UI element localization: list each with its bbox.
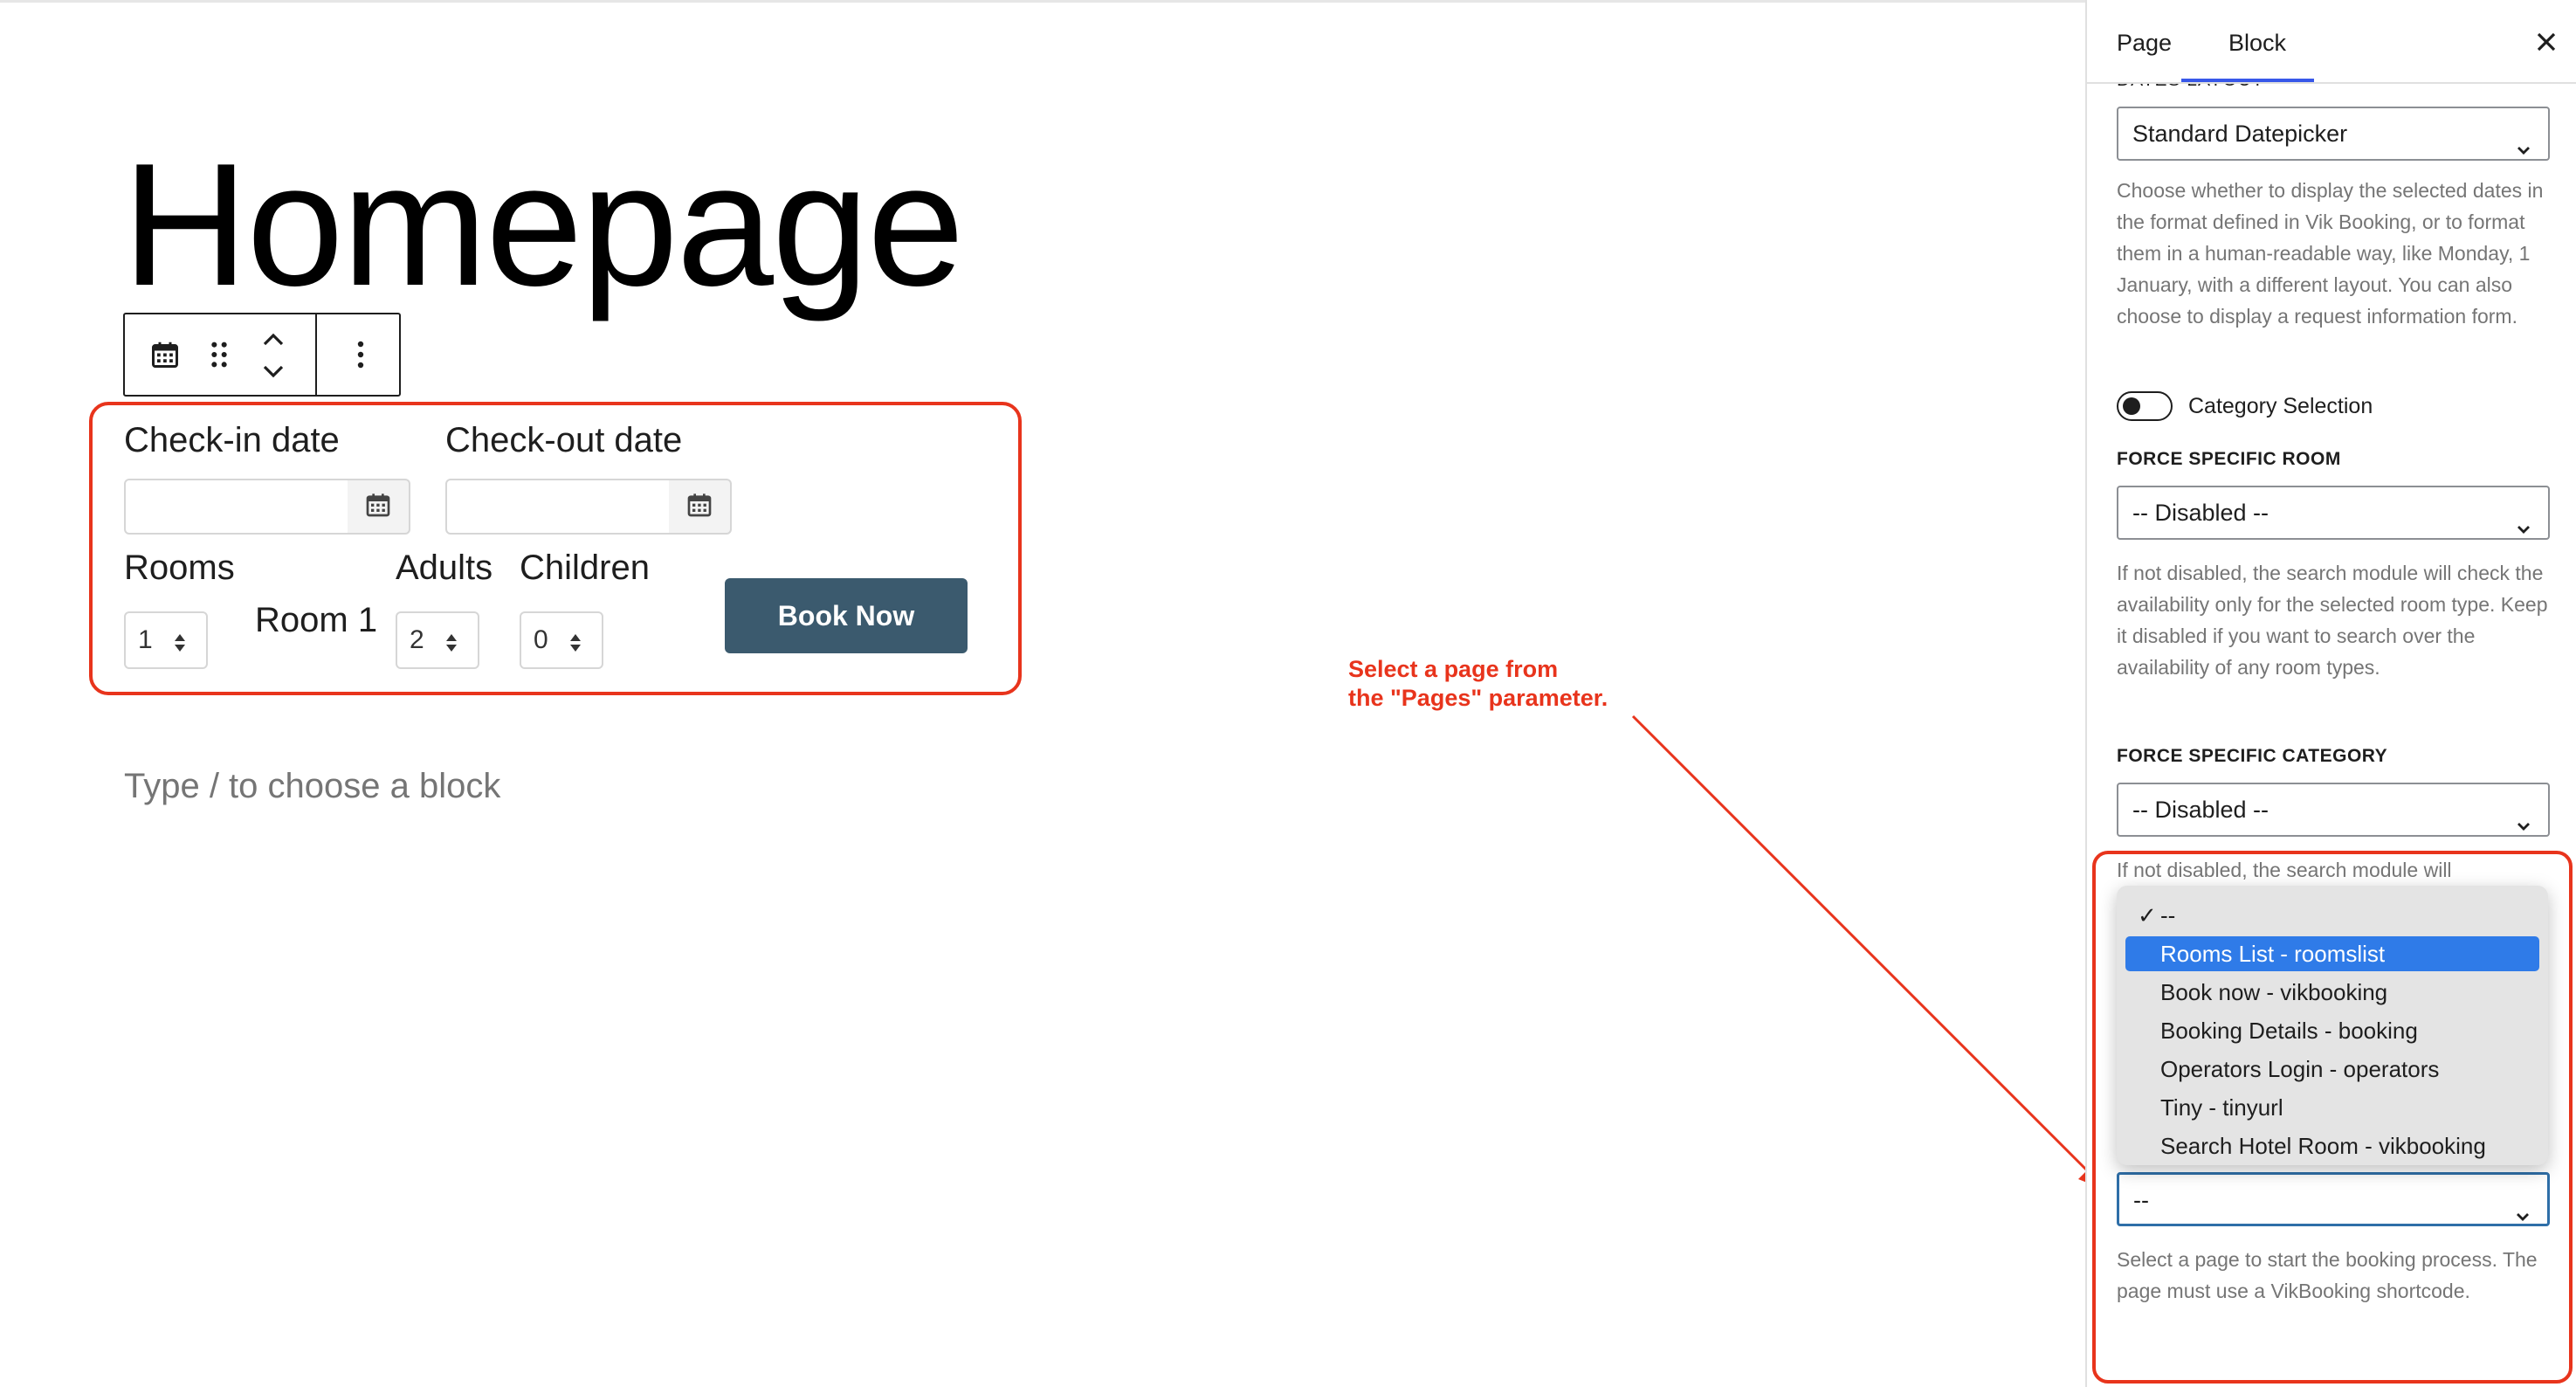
toggle-knob [2123, 397, 2140, 415]
annotation-callout: Select a page from the "Pages" parameter… [1348, 655, 1608, 713]
checkin-input[interactable] [124, 479, 349, 535]
tab-block[interactable]: Block [2228, 28, 2286, 58]
checkout-input[interactable] [445, 479, 671, 535]
adults-select[interactable]: 2 [396, 611, 479, 669]
option-label: Search Hotel Room - vikbooking [2160, 1133, 2486, 1159]
option-label: Book now - vikbooking [2160, 979, 2388, 1005]
calendar-icon [685, 491, 713, 523]
tab-page[interactable]: Page [2117, 28, 2172, 58]
option-label: Operators Login - operators [2160, 1056, 2440, 1082]
option-label: -- [2160, 902, 2176, 928]
checkin-calendar-button[interactable] [348, 479, 410, 535]
force-category-value: -- Disabled -- [2132, 797, 2269, 823]
option-label: Tiny - tinyurl [2160, 1094, 2283, 1121]
option-label: Booking Details - booking [2160, 1018, 2418, 1044]
more-options-icon[interactable] [343, 337, 378, 372]
active-tab-indicator [2181, 79, 2314, 82]
toolbar-divider [315, 314, 317, 395]
sort-arrows-icon [173, 631, 187, 660]
dates-layout-select[interactable]: Standard Datepicker [2117, 107, 2550, 161]
top-border [0, 0, 2087, 3]
close-icon[interactable] [2531, 26, 2562, 58]
option-label: Rooms List - roomslist [2160, 941, 2386, 967]
calendar-block-icon[interactable] [148, 337, 183, 372]
dates-layout-value: Standard Datepicker [2132, 121, 2348, 147]
force-room-heading: FORCE SPECIFIC ROOM [2117, 449, 2341, 469]
block-toolbar [123, 313, 401, 397]
force-room-help: If not disabled, the search module will … [2117, 562, 2548, 679]
children-value: 0 [534, 625, 548, 654]
children-label: Children [520, 549, 650, 587]
checkmark-icon: ✓ [2138, 902, 2157, 928]
checkin-label: Check-in date [124, 421, 340, 459]
force-category-select[interactable]: -- Disabled -- [2117, 783, 2550, 837]
chevron-down-icon [2515, 126, 2532, 176]
sort-arrows-icon [568, 631, 582, 660]
chevron-down-icon [2515, 802, 2532, 852]
force-room-value: -- Disabled -- [2132, 500, 2269, 526]
dropdown-option[interactable]: Tiny - tinyurl [2125, 1090, 2539, 1125]
chevron-down-icon [2515, 505, 2532, 555]
drag-handle-icon[interactable] [202, 337, 237, 372]
children-select[interactable]: 0 [520, 611, 603, 669]
move-down-icon[interactable] [258, 358, 289, 384]
rooms-select[interactable]: 1 [124, 611, 208, 669]
annotation-line-2: the "Pages" parameter. [1348, 685, 1608, 711]
rooms-value: 1 [138, 625, 153, 654]
page-title[interactable]: Homepage [122, 129, 964, 321]
room-name-label: Room 1 [255, 601, 378, 639]
category-selection-label: Category Selection [2188, 394, 2373, 418]
dropdown-option[interactable]: Booking Details - booking [2125, 1013, 2539, 1048]
move-up-icon[interactable] [258, 327, 289, 353]
book-now-button[interactable]: Book Now [725, 578, 968, 653]
dropdown-option[interactable]: ✓ -- [2125, 898, 2539, 933]
calendar-icon [364, 491, 392, 523]
pages-dropdown-menu: ✓ -- Rooms List - roomslist Book now - v… [2117, 886, 2548, 1165]
dates-layout-help: Choose whether to display the selected d… [2117, 179, 2544, 328]
category-selection-toggle[interactable] [2117, 391, 2173, 421]
adults-label: Adults [396, 549, 493, 587]
adults-value: 2 [410, 625, 424, 654]
dropdown-option[interactable]: Search Hotel Room - vikbooking [2125, 1128, 2539, 1163]
dropdown-option[interactable]: Operators Login - operators [2125, 1052, 2539, 1087]
force-category-heading: FORCE SPECIFIC CATEGORY [2117, 746, 2388, 766]
sidebar-tabs: Page Block [2087, 0, 2576, 84]
dropdown-option[interactable]: Book now - vikbooking [2125, 975, 2539, 1010]
checkout-label: Check-out date [445, 421, 683, 459]
block-appender-hint[interactable]: Type / to choose a block [124, 765, 500, 807]
checkout-calendar-button[interactable] [669, 479, 732, 535]
sort-arrows-icon [444, 631, 458, 660]
rooms-label: Rooms [124, 549, 235, 587]
annotation-line-1: Select a page from [1348, 656, 1559, 682]
force-room-select[interactable]: -- Disabled -- [2117, 486, 2550, 540]
dropdown-option[interactable]: Rooms List - roomslist [2125, 936, 2539, 971]
